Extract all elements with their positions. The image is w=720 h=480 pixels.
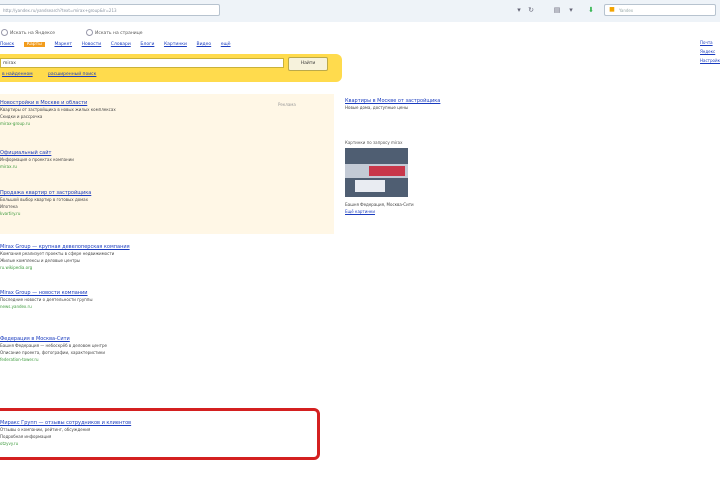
result-snippet: Скидки и рассрочка [0, 114, 43, 119]
image-white-block [355, 180, 385, 192]
search-result: Новостройки в Москве и области Квартиры … [0, 100, 330, 127]
mail-link[interactable]: Почта [700, 40, 720, 45]
result-snippet: Информация о проектах компании [0, 157, 74, 162]
radio-icon [1, 29, 8, 36]
image-thumbnail[interactable] [345, 148, 408, 197]
result-url[interactable]: mirax-group.ru [0, 120, 330, 127]
radio-icon [86, 29, 93, 36]
yandex-link[interactable]: Яндекс [700, 49, 720, 54]
find-button[interactable]: Найти [288, 57, 328, 71]
tab-search[interactable]: Поиск [0, 42, 14, 47]
radio-label-web: Искать на Яндексе [10, 31, 56, 36]
tab-more[interactable]: ещё [221, 42, 231, 47]
tab-news[interactable]: Новости [82, 42, 102, 47]
option-in-found[interactable]: в найденном [2, 72, 33, 77]
bookmarks-icon[interactable]: ▤ [552, 4, 562, 16]
highlight-frame [0, 408, 320, 460]
search-result: Mirax Group — новости компании Последние… [0, 290, 330, 310]
tab-blogs[interactable]: Блоги [140, 42, 154, 47]
result-url[interactable]: kvartiry.ru [0, 210, 330, 217]
image-caption-text: Башня Федерация, Москва-Сити [345, 202, 414, 207]
green-download-icon[interactable]: ⬇ [586, 4, 596, 16]
image-red-block [369, 166, 405, 176]
result-snippet: Описание проекта, фотографии, характерис… [0, 350, 105, 355]
search-query-input[interactable]: mirax [0, 58, 284, 68]
result-snippet: Компания реализует проекты в сфере недви… [0, 251, 115, 256]
result-snippet: Башня Федерация — небоскрёб в деловом це… [0, 343, 107, 348]
radio-search-web[interactable]: Искать на Яндексе [1, 29, 55, 36]
chevron-down-icon[interactable]: ▾ [566, 4, 576, 16]
search-result: Федерация в Москва-Сити Башня Федерация … [0, 336, 330, 363]
images-label: Картинки по запросу mirax [345, 140, 403, 145]
browser-toolbar: http://yandex.ru/yandsearch?text=mirax+g… [0, 0, 720, 23]
result-snippet: Жилые комплексы и деловые центры [0, 258, 81, 263]
tab-market[interactable]: Маркет [54, 42, 72, 47]
result-url[interactable]: federation-tower.ru [0, 356, 330, 363]
radio-label-page: Искать на странице [95, 31, 143, 36]
service-tabs: Поиск Карты Маркет Новости Словари Блоги… [0, 41, 239, 50]
result-snippet: Квартиры от застройщика в новых жилых ко… [0, 107, 116, 112]
tab-dictionaries[interactable]: Словари [111, 42, 131, 47]
tab-video[interactable]: Видео [197, 42, 212, 47]
address-bar[interactable]: http://yandex.ru/yandsearch?text=mirax+g… [0, 4, 220, 16]
result-snippet: Последние новости о деятельности группы [0, 297, 93, 302]
result-url[interactable]: news.yandex.ru [0, 303, 330, 310]
search-result: Mirax Group — крупная девелоперская комп… [0, 244, 330, 271]
browser-search-input[interactable]: Yandex [604, 4, 716, 16]
tab-maps[interactable]: Карты [23, 42, 45, 47]
refresh-icon[interactable]: ↻ [526, 4, 536, 16]
folder-icon: ■ [609, 6, 615, 13]
dropdown-icon[interactable]: ▾ [514, 4, 524, 16]
radio-search-page[interactable]: Искать на странице [86, 29, 143, 36]
result-url[interactable]: mirax.ru [0, 163, 330, 170]
right-ad-snippet: Новые дома, доступные цены [345, 105, 409, 110]
result-url[interactable]: ru.wikipedia.org [0, 264, 330, 271]
tab-images[interactable]: Картинки [164, 42, 187, 47]
image-caption: Башня Федерация, Москва-Сити Ещё картинк… [345, 201, 495, 215]
more-images-link[interactable]: Ещё картинки [345, 208, 495, 215]
option-advanced[interactable]: расширенный поиск [48, 72, 96, 77]
result-snippet: Большой выбор квартир в готовых домах [0, 197, 88, 202]
settings-link[interactable]: Настройки [700, 58, 720, 63]
result-snippet: Ипотека [0, 204, 18, 209]
right-ad: Квартиры в Москве от застройщика Новые д… [345, 98, 495, 111]
search-result: Продажа квартир от застройщика Большой в… [0, 190, 330, 217]
search-result: Официальный сайт Информация о проектах к… [0, 150, 330, 170]
right-utility-links: Почта Яндекс Настройки [700, 40, 720, 67]
